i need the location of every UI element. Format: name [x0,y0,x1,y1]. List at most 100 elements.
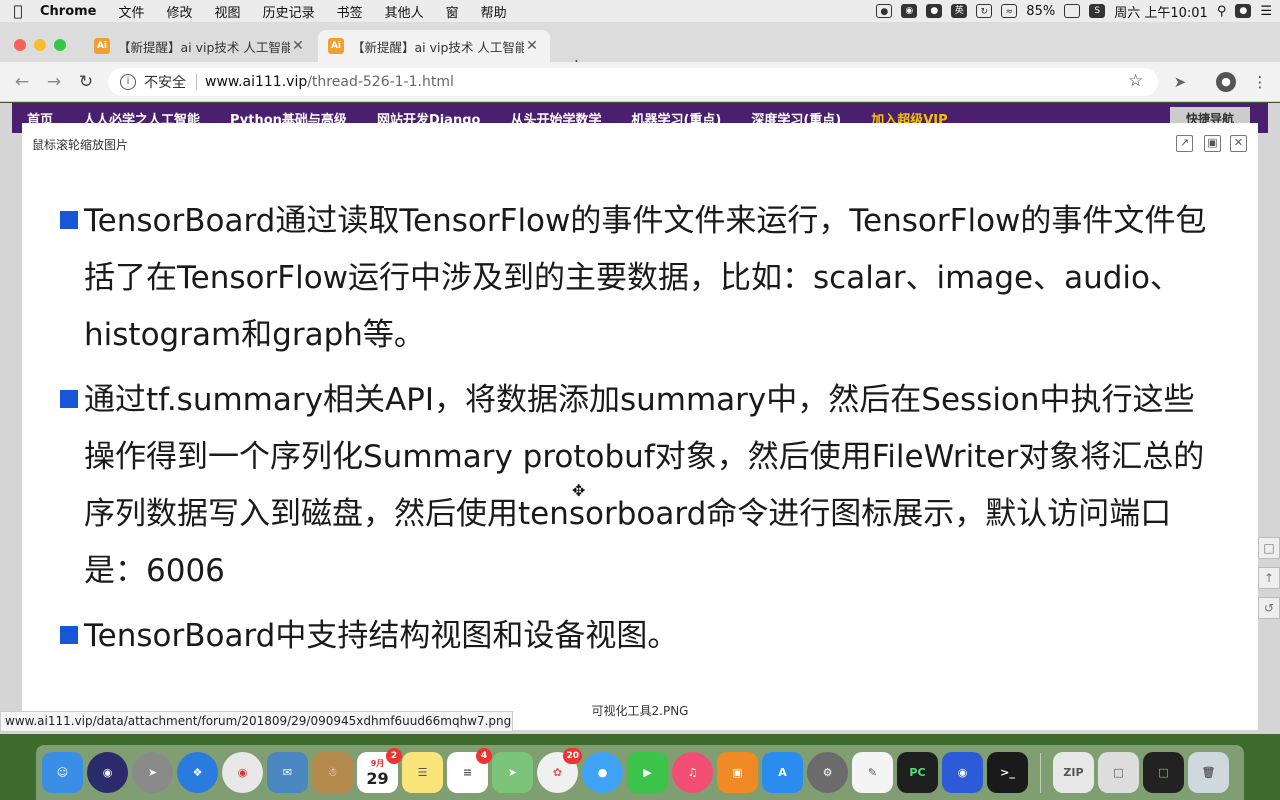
omnibox-divider [196,74,197,90]
siri-icon[interactable]: ◉ [87,752,128,793]
microphone-icon[interactable]: ● [926,4,943,18]
menu-bookmarks[interactable]: 书签 [326,2,374,21]
bullet-text: TensorBoard中支持结构视图和设备视图。 [84,618,679,654]
menu-edit[interactable]: 修改 [156,2,204,21]
security-status[interactable]: 不安全 [144,72,186,92]
spotlight-search-icon[interactable]: ⚲ [1217,4,1227,19]
profile-avatar-icon[interactable]: ● [1216,72,1236,92]
calendar-day: 29 [366,768,389,788]
notification-center-icon[interactable]: ☰ [1260,4,1272,19]
reload-icon[interactable]: ↻ [75,71,97,93]
macos-dock: ☺ ◉ ➤ ❖ ◉ ✉ ☃ 9月 29 2 ☰ ≡ 4 ➤ ✿ 20 ● ▶ ♫… [36,745,1244,800]
menu-view[interactable]: 视图 [204,2,252,21]
window-thumbnail-icon[interactable]: □ [1143,752,1184,793]
safari-icon[interactable]: ❖ [177,752,218,793]
photos-badge: 20 [563,748,582,764]
notes-icon[interactable]: ☰ [402,752,443,793]
contacts-icon[interactable]: ☃ [312,752,353,793]
messages-icon[interactable]: ● [582,752,623,793]
image-lightbox: 鼠标滚轮缩放图片 ↗ ▣ ✕ TensorBoard通过读取TensorFlow… [22,123,1258,730]
launchpad-icon[interactable]: ➤ [132,752,173,793]
calendar-month: 9月 [370,758,385,768]
window-zoom-button[interactable] [54,39,66,51]
finder-icon[interactable]: ☺ [42,752,83,793]
menu-file[interactable]: 文件 [108,2,156,21]
tab-close-icon[interactable]: ✕ [524,38,540,54]
info-icon[interactable]: i [120,74,136,90]
menu-window[interactable]: 窗 [435,2,470,21]
reminders-icon[interactable]: ≡ 4 [447,748,492,793]
chrome-toolbar: ← → ↻ i 不安全 www.ai111.vip /thread-526-1-… [0,62,1280,102]
menu-history[interactable]: 历史记录 [252,2,326,21]
address-bar[interactable]: i 不安全 www.ai111.vip /thread-526-1-1.html [108,68,1158,96]
calendar-icon[interactable]: 9月 29 2 [357,748,402,793]
textedit-icon[interactable]: ✎ [852,752,893,793]
bullet-item: TensorBoard通过读取TensorFlow的事件文件来运行，Tensor… [22,193,1258,364]
tab-title: 【新提醒】ai vip技术 人工智能 | [118,39,290,55]
itunes-icon[interactable]: ♫ [672,752,713,793]
status-bar-url: www.ai111.vip/data/attachment/forum/2018… [0,711,513,732]
window-minimize-button[interactable] [34,39,46,51]
terminal-icon[interactable]: >_ [987,752,1028,793]
more-menu-icon[interactable]: ⋮ [1250,72,1270,92]
chrome-icon[interactable]: ◉ [222,752,263,793]
pycharm-icon[interactable]: PC [897,752,938,793]
mail-icon[interactable]: ✉ [267,752,308,793]
web-page: 首页 人人必学之人工智能 Python基础与高级 网站开发Django 从头开始… [0,103,1280,734]
screen-record-icon[interactable]: ● [876,4,893,18]
open-new-window-icon[interactable]: ↗ [1176,135,1193,152]
scroll-top-icon[interactable]: ↑ [1258,567,1280,589]
tab-2-active[interactable]: Ai 【新提醒】ai vip技术 人工智能 | ✕ [318,30,550,62]
close-icon[interactable]: ✕ [1230,135,1247,152]
wifi-icon[interactable]: ≈ [1001,4,1018,18]
bullet-square-icon [60,390,78,408]
site-favicon-icon: Ai [94,38,110,54]
forward-arrow-icon[interactable]: → [43,71,65,93]
lightbox-image[interactable]: TensorBoard通过读取TensorFlow的事件文件来运行，Tensor… [22,193,1258,673]
actual-size-icon[interactable]: ▣ [1204,135,1221,152]
zoom-hint: 鼠标滚轮缩放图片 [32,138,129,152]
menu-clock[interactable]: 周六 上午10:01 [1114,2,1208,21]
tab-title: 【新提醒】ai vip技术 人工智能 | [352,39,524,55]
menu-app-chrome[interactable]: Chrome [36,4,108,19]
site-favicon-icon: Ai [328,38,344,54]
window-close-button[interactable] [14,39,26,51]
battery-icon[interactable] [1064,4,1081,18]
menu-help[interactable]: 帮助 [470,2,518,21]
menu-bar-status: ● ◉ ● 英 ↻ ≈ 85% S 周六 上午10:01 ⚲ ● ☰ [876,0,1272,22]
app-store-icon[interactable]: A [762,752,803,793]
zip-file-icon[interactable]: ZIP [1053,752,1094,793]
back-arrow-icon[interactable]: ← [11,71,33,93]
ibooks-icon[interactable]: ▣ [717,752,758,793]
menu-people[interactable]: 其他人 [374,2,435,21]
photos-icon[interactable]: ✿ 20 [537,748,582,793]
bullet-item: 通过tf.summary相关API，将数据添加summary中，然后在Sessi… [22,372,1258,600]
tab-1[interactable]: Ai 【新提醒】ai vip技术 人工智能 | ✕ [84,30,316,62]
facetime-icon[interactable]: ▶ [627,752,668,793]
apple-icon[interactable]:  [0,2,36,20]
move-cursor-icon: ✥ [572,481,586,500]
maps-icon[interactable]: ➤ [492,752,533,793]
tab-close-icon[interactable]: ✕ [290,38,306,54]
sogou-icon[interactable]: S [1089,4,1106,18]
bullet-text: TensorBoard通过读取TensorFlow的事件文件来运行，Tensor… [84,203,1207,353]
battery-percent[interactable]: 85% [1026,4,1055,19]
bullet-square-icon [60,626,78,644]
edge-tool-icon[interactable]: □ [1258,537,1280,559]
url-host: www.ai111.vip [205,74,308,90]
input-method-icon[interactable]: 英 [951,4,968,18]
url-path: /thread-526-1-1.html [307,74,454,90]
sync-icon[interactable]: ↻ [976,4,993,18]
macos-menu-bar:  Chrome 文件 修改 视图 历史记录 书签 其他人 窗 帮助 ● ◉ ●… [0,0,1280,22]
app-status-icon[interactable]: ◉ [901,4,918,18]
screen-recorder-icon[interactable]: ◉ [942,752,983,793]
bullet-text: 通过tf.summary相关API，将数据添加summary中，然后在Sessi… [84,382,1205,589]
siri-icon[interactable]: ● [1235,4,1252,18]
system-preferences-icon[interactable]: ⚙ [807,752,848,793]
trash-icon[interactable]: 🗑 [1188,752,1229,793]
edge-tool-icon[interactable]: ↺ [1258,597,1280,619]
bullet-item: TensorBoard中支持结构视图和设备视图。 [22,608,1258,665]
screenshot-thumbnail-icon[interactable]: □ [1098,752,1139,793]
extension-icon[interactable]: ➤ [1170,72,1190,92]
bookmark-star-icon[interactable]: ☆ [1128,71,1143,91]
